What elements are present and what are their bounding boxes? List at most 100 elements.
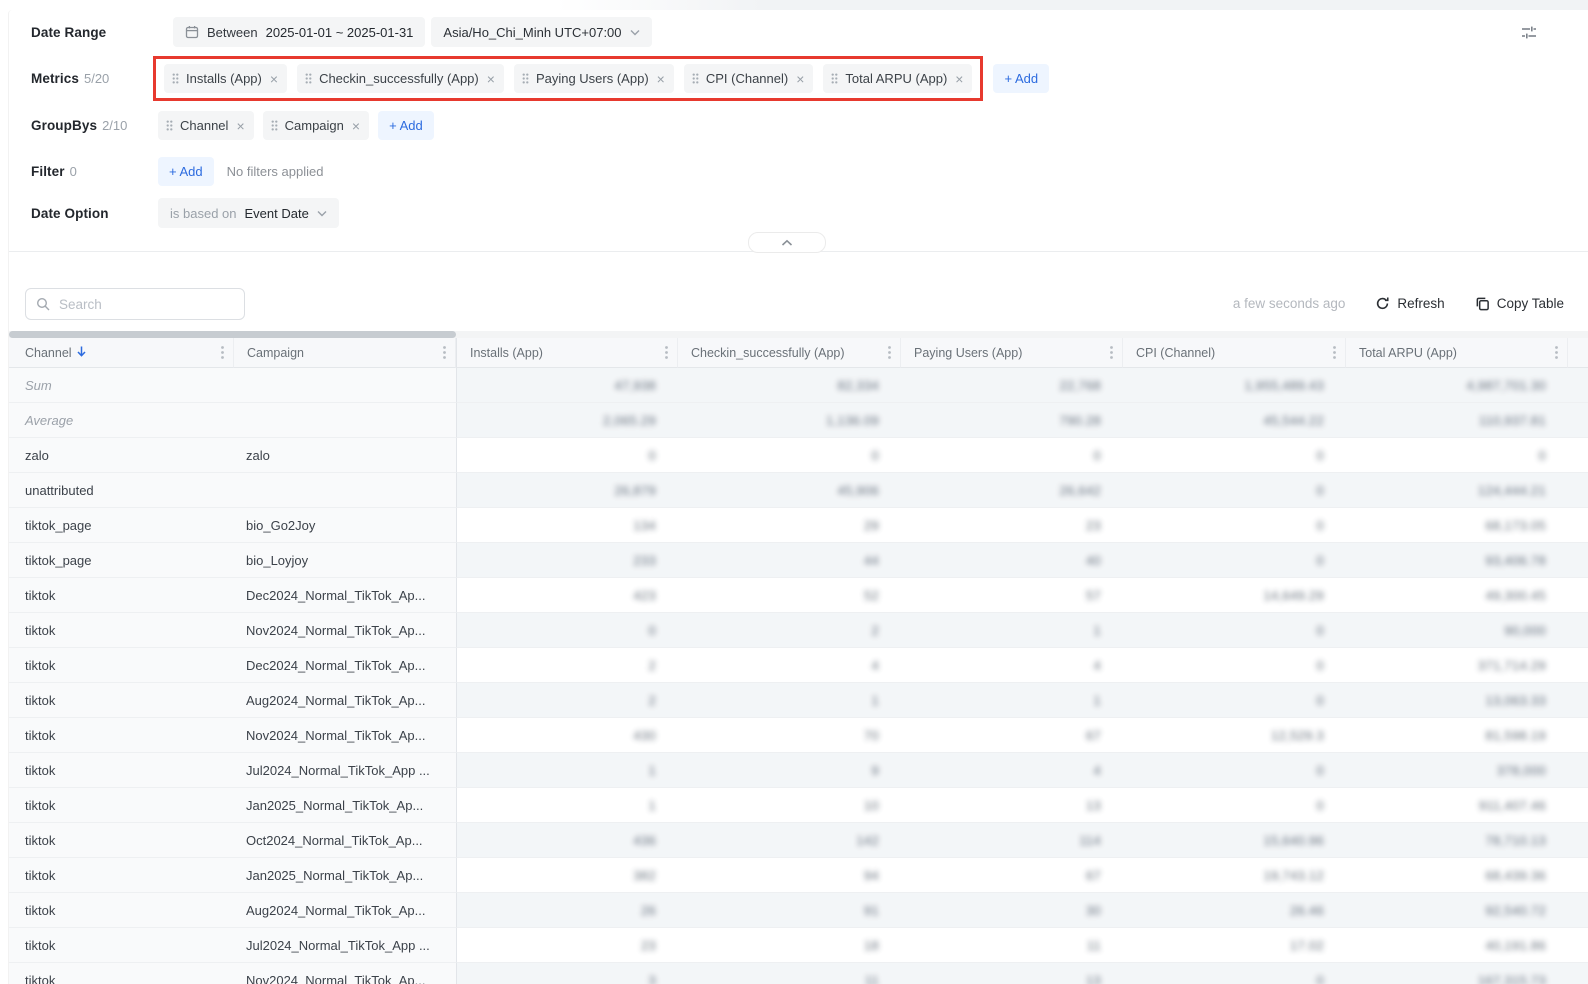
remove-chip-icon[interactable]: × — [796, 72, 804, 86]
drag-handle-icon[interactable] — [172, 73, 179, 84]
drag-handle-icon[interactable] — [305, 73, 312, 84]
table-row[interactable]: tiktokJul2024_Normal_TikTok_App ...19403… — [9, 753, 1588, 788]
column-header-paying-users-app-[interactable]: Paying Users (App) — [901, 338, 1123, 368]
table-row[interactable]: tiktokDec2024_Normal_TikTok_Ap...2440371… — [9, 648, 1588, 683]
metric-value-cell: 68,173.05 — [1346, 508, 1568, 543]
drag-handle-icon[interactable] — [166, 120, 173, 131]
table-row[interactable]: tiktok_pagebio_Go2Joy1342923068,173.05 — [9, 508, 1588, 543]
column-menu-icon[interactable] — [221, 346, 224, 359]
table-row[interactable]: tiktokNov2024_Normal_TikTok_Ap...4307067… — [9, 718, 1588, 753]
channel-cell: tiktok — [9, 788, 234, 823]
table-row[interactable]: tiktokJan2025_Normal_TikTok_Ap...3829467… — [9, 858, 1588, 893]
row-filler — [1568, 928, 1588, 963]
column-header-channel[interactable]: Channel — [9, 338, 234, 368]
metric-value-cell: 17.02 — [1123, 928, 1346, 963]
groupby-chip[interactable]: Channel× — [158, 111, 254, 140]
copy-table-button[interactable]: Copy Table — [1475, 296, 1564, 311]
remove-chip-icon[interactable]: × — [487, 72, 495, 86]
remove-chip-icon[interactable]: × — [657, 72, 665, 86]
metric-value-cell: 45,906 — [678, 473, 901, 508]
metric-value-cell: 3 — [456, 963, 678, 984]
metric-value-cell: 1 — [678, 683, 901, 718]
date-range-picker[interactable]: Between 2025-01-01 ~ 2025-01-31 — [173, 17, 425, 47]
metric-value-cell: 67 — [901, 718, 1123, 753]
date-option-select[interactable]: is based on Event Date — [158, 198, 339, 228]
channel-cell: tiktok — [9, 928, 234, 963]
metric-value-cell: 378,000 — [1346, 753, 1568, 788]
table-row[interactable]: tiktokNov2024_Normal_TikTok_Ap...021090,… — [9, 613, 1588, 648]
column-header-campaign[interactable]: Campaign — [234, 338, 456, 368]
remove-chip-icon[interactable]: × — [955, 72, 963, 86]
column-menu-icon[interactable] — [1110, 346, 1113, 359]
table-row[interactable]: unattributed26,87945,90626,6420124,444.2… — [9, 473, 1588, 508]
remove-chip-icon[interactable]: × — [352, 119, 360, 133]
channel-cell: tiktok — [9, 648, 234, 683]
campaign-cell — [234, 473, 456, 508]
column-menu-icon[interactable] — [888, 346, 891, 359]
table-row[interactable]: tiktokDec2024_Normal_TikTok_Ap...4235257… — [9, 578, 1588, 613]
timezone-select[interactable]: Asia/Ho_Chi_Minh UTC+07:00 — [431, 17, 651, 47]
header-filler — [1568, 338, 1588, 368]
panel-settings-icon[interactable] — [1518, 22, 1540, 44]
filter-row: Filter 0 + Add No filters applied — [31, 157, 323, 186]
add-metric-button[interactable]: + Add — [993, 64, 1049, 93]
campaign-cell: Jan2025_Normal_TikTok_Ap... — [234, 788, 456, 823]
column-header-cpi-channel-[interactable]: CPI (Channel) — [1123, 338, 1346, 368]
campaign-cell: zalo — [234, 438, 456, 473]
drag-handle-icon[interactable] — [831, 73, 838, 84]
metric-chip[interactable]: Total ARPU (App)× — [823, 64, 972, 93]
metric-value-cell: 4 — [901, 753, 1123, 788]
metric-chip[interactable]: CPI (Channel)× — [684, 64, 814, 93]
metric-value-cell: 57 — [901, 578, 1123, 613]
table-row[interactable]: tiktok_pagebio_Loyjoy2334440093,406.78 — [9, 543, 1588, 578]
table-row[interactable]: zalozalo00000 — [9, 438, 1588, 473]
column-header-checkin-successfully-app-[interactable]: Checkin_successfully (App) — [678, 338, 901, 368]
search-box[interactable] — [25, 288, 245, 320]
table-row[interactable]: tiktokJul2024_Normal_TikTok_App ...23181… — [9, 928, 1588, 963]
drag-handle-icon[interactable] — [271, 120, 278, 131]
groupby-chip[interactable]: Campaign× — [263, 111, 369, 140]
scrollbar-thumb[interactable] — [9, 331, 456, 338]
column-menu-icon[interactable] — [1333, 346, 1336, 359]
refresh-button[interactable]: Refresh — [1375, 296, 1444, 311]
channel-cell: tiktok — [9, 613, 234, 648]
campaign-cell: Nov2024_Normal_TikTok_Ap... — [234, 963, 456, 984]
table-row[interactable]: tiktokAug2024_Normal_TikTok_Ap...211013,… — [9, 683, 1588, 718]
channel-cell: tiktok_page — [9, 543, 234, 578]
metrics-highlight-box: Installs (App)× Checkin_successfully (App… — [153, 56, 983, 101]
row-filler — [1568, 858, 1588, 893]
search-icon — [36, 297, 50, 311]
table-row[interactable]: Sum47,93882,33422,7681,955,489.434,987,7… — [9, 368, 1588, 403]
column-menu-icon[interactable] — [1555, 346, 1558, 359]
add-groupby-button[interactable]: + Add — [378, 111, 434, 140]
campaign-cell: Oct2024_Normal_TikTok_Ap... — [234, 823, 456, 858]
metric-chip[interactable]: Paying Users (App)× — [514, 64, 674, 93]
drag-handle-icon[interactable] — [522, 73, 529, 84]
table-row[interactable]: Average2,065.291,136.09790.2845,544.2211… — [9, 403, 1588, 438]
table-row[interactable]: tiktokAug2024_Normal_TikTok_Ap...2691302… — [9, 893, 1588, 928]
column-header-installs-app-[interactable]: Installs (App) — [456, 338, 678, 368]
column-header-total-arpu-app-[interactable]: Total ARPU (App) — [1346, 338, 1568, 368]
metric-value-cell: 78,710.13 — [1346, 823, 1568, 858]
column-menu-icon[interactable] — [665, 346, 668, 359]
metric-value-cell: 91 — [678, 893, 901, 928]
table-row[interactable]: tiktokOct2024_Normal_TikTok_Ap...4361421… — [9, 823, 1588, 858]
metric-value-cell: 0 — [1123, 683, 1346, 718]
campaign-cell: Nov2024_Normal_TikTok_Ap... — [234, 718, 456, 753]
search-input[interactable] — [57, 296, 234, 313]
remove-chip-icon[interactable]: × — [236, 119, 244, 133]
add-filter-button[interactable]: + Add — [158, 157, 214, 186]
collapse-panel-button[interactable] — [748, 232, 826, 253]
metrics-count: 5/20 — [84, 71, 109, 86]
metric-value-cell: 94 — [678, 858, 901, 893]
metric-chip[interactable]: Installs (App)× — [164, 64, 287, 93]
metric-chip[interactable]: Checkin_successfully (App)× — [297, 64, 504, 93]
column-menu-icon[interactable] — [443, 346, 446, 359]
horizontal-scrollbar[interactable] — [9, 331, 1588, 338]
metric-value-cell: 233 — [456, 543, 678, 578]
table-row[interactable]: tiktokNov2024_Normal_TikTok_Ap...3111301… — [9, 963, 1588, 984]
drag-handle-icon[interactable] — [692, 73, 699, 84]
remove-chip-icon[interactable]: × — [270, 72, 278, 86]
table-row[interactable]: tiktokJan2025_Normal_TikTok_Ap...1101309… — [9, 788, 1588, 823]
metric-value-cell: 26,879 — [456, 473, 678, 508]
